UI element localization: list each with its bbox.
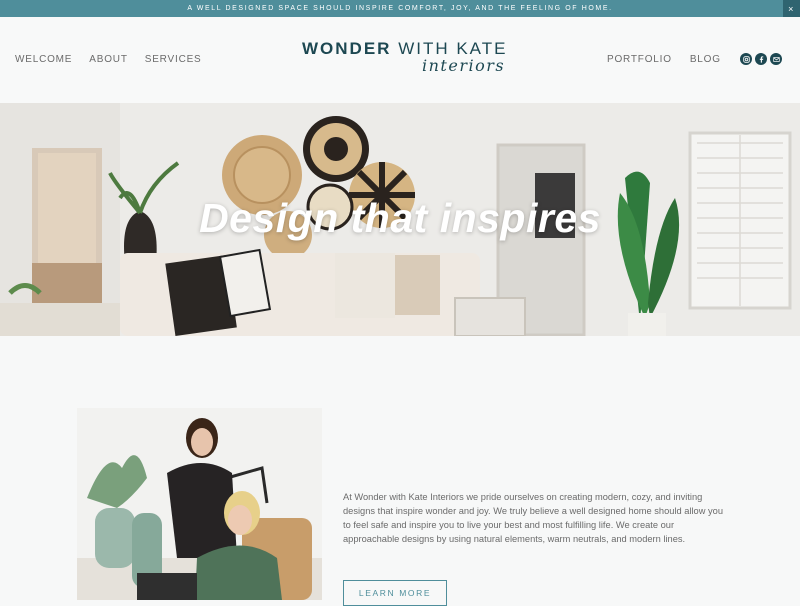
hero-title: Design that inspires: [199, 195, 601, 241]
logo-script: interiors: [422, 56, 506, 75]
nav-about[interactable]: ABOUT: [89, 54, 127, 65]
social-links: [740, 53, 782, 65]
logo-word-wonder: WONDER: [302, 39, 392, 58]
site-logo[interactable]: WONDER WITH KATE interiors: [300, 39, 505, 89]
email-icon[interactable]: [770, 53, 782, 65]
nav-blog[interactable]: BLOG: [690, 54, 721, 65]
announcement-text: A well designed space should inspire com…: [187, 5, 613, 12]
instagram-icon[interactable]: [740, 53, 752, 65]
close-icon[interactable]: ×: [783, 0, 800, 17]
kate-photo: [77, 408, 322, 600]
nav-services[interactable]: SERVICES: [145, 54, 202, 65]
nav-portfolio[interactable]: PORTFOLIO: [607, 54, 672, 65]
nav-right: PORTFOLIO BLOG: [607, 54, 721, 65]
announcement-bar: A well designed space should inspire com…: [0, 0, 800, 17]
learn-more-button[interactable]: LEARN MORE: [343, 580, 447, 606]
facebook-icon[interactable]: [755, 53, 767, 65]
about-photo: [77, 408, 322, 600]
nav-left: WELCOME ABOUT SERVICES: [15, 54, 202, 65]
site-header: WELCOME ABOUT SERVICES WONDER WITH KATE …: [0, 17, 800, 103]
hero-banner: Design that inspires: [0, 103, 800, 336]
about-paragraph: At Wonder with Kate Interiors we pride o…: [343, 492, 724, 544]
nav-welcome[interactable]: WELCOME: [15, 54, 72, 65]
